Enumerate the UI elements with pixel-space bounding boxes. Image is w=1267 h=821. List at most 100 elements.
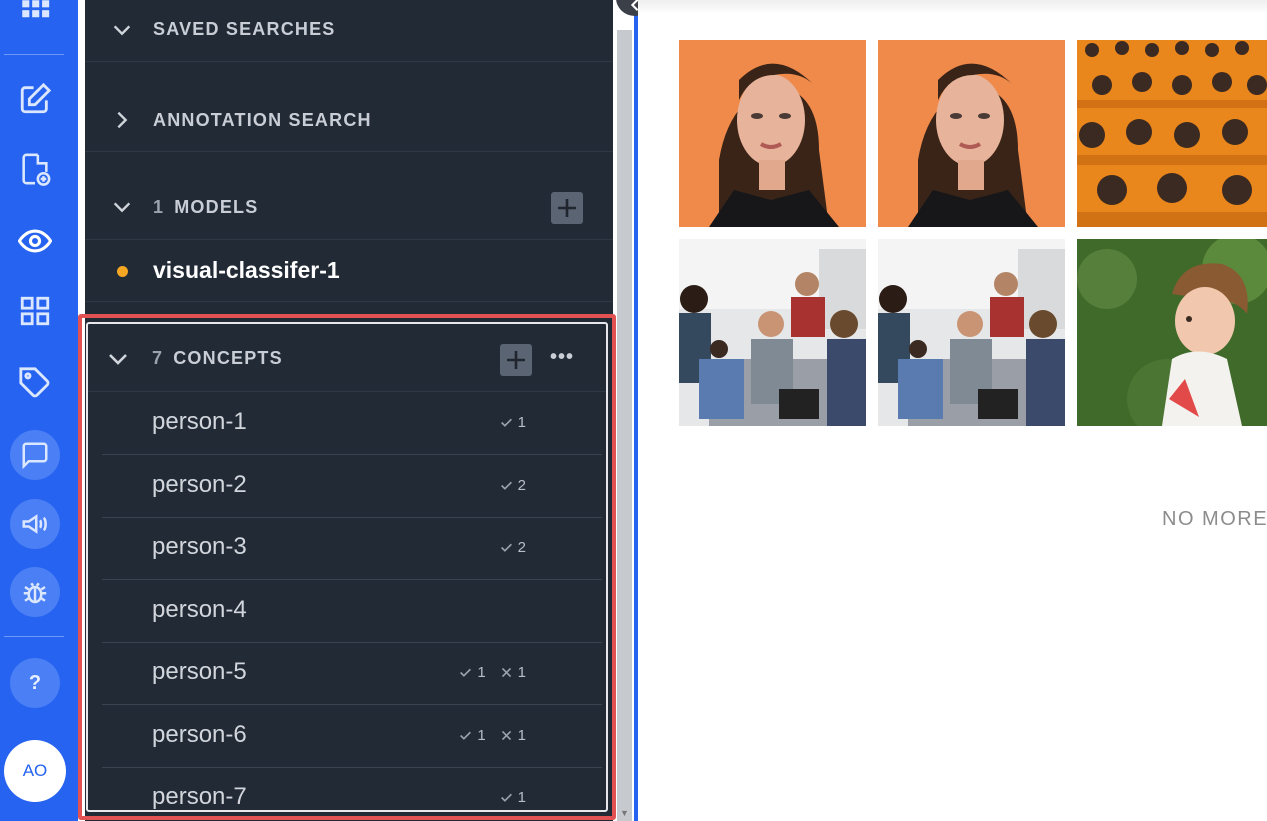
concepts-title: 7 CONCEPTS bbox=[152, 348, 283, 369]
concept-stats: 1 1 bbox=[459, 727, 526, 744]
results-area: NO MORE bbox=[638, 0, 1267, 821]
eye-icon[interactable] bbox=[12, 218, 58, 264]
x-icon bbox=[501, 667, 511, 678]
image-thumbnail[interactable] bbox=[1077, 40, 1267, 227]
new-file-icon[interactable] bbox=[12, 146, 58, 192]
models-title: 1 MODELS bbox=[153, 197, 258, 218]
image-thumbnail[interactable] bbox=[878, 239, 1065, 426]
positive-count: 1 bbox=[459, 727, 486, 744]
image-thumbnail[interactable] bbox=[679, 239, 866, 426]
sidebar-scrollbar[interactable] bbox=[617, 30, 632, 821]
image-thumbnail[interactable] bbox=[878, 40, 1065, 227]
model-item[interactable]: visual-classifer-1 bbox=[85, 240, 613, 302]
negative-count: 1 bbox=[500, 727, 526, 744]
woman-portrait-image bbox=[878, 40, 1065, 227]
models-header[interactable]: 1 MODELS bbox=[85, 152, 613, 240]
check-icon bbox=[500, 418, 512, 427]
scroll-down-arrow-icon[interactable]: ▼ bbox=[619, 808, 630, 818]
concepts-section: 7 CONCEPTS ••• person-1 1 person-2 2 pers… bbox=[78, 314, 616, 820]
positive-count: 1 bbox=[500, 789, 526, 806]
check-icon bbox=[500, 543, 512, 552]
check-icon bbox=[460, 668, 472, 677]
concept-item[interactable]: person-7 1 bbox=[102, 767, 602, 810]
office-meeting-image bbox=[878, 239, 1065, 426]
negative-count: 1 bbox=[500, 664, 526, 681]
chevron-down-icon bbox=[113, 25, 131, 36]
positive-value: 1 bbox=[517, 789, 526, 806]
add-model-button[interactable] bbox=[551, 192, 583, 224]
concept-name: person-6 bbox=[152, 721, 247, 748]
plus-icon bbox=[507, 351, 525, 369]
check-icon bbox=[460, 731, 472, 740]
add-concept-button[interactable] bbox=[500, 344, 532, 376]
negative-value: 1 bbox=[517, 664, 526, 681]
end-of-results-message: NO MORE bbox=[1162, 508, 1267, 530]
concept-name: person-5 bbox=[152, 658, 247, 685]
apps-grid-icon[interactable] bbox=[12, 0, 58, 36]
positive-value: 1 bbox=[517, 414, 526, 431]
positive-value: 2 bbox=[517, 539, 526, 556]
image-thumbnail[interactable] bbox=[679, 40, 866, 227]
annotation-search-header[interactable]: ANNOTATION SEARCH bbox=[85, 62, 613, 152]
x-icon bbox=[501, 730, 511, 741]
positive-count: 1 bbox=[459, 664, 486, 681]
concept-name: person-2 bbox=[152, 471, 247, 498]
plus-icon bbox=[558, 199, 576, 217]
chat-icon[interactable] bbox=[10, 430, 60, 480]
image-thumbnail[interactable] bbox=[1077, 239, 1267, 426]
negative-value: 1 bbox=[517, 727, 526, 744]
model-status-dot bbox=[117, 266, 128, 277]
bug-icon[interactable] bbox=[10, 567, 60, 617]
concept-item[interactable]: person-2 2 bbox=[102, 455, 602, 518]
dashboard-grid-icon[interactable] bbox=[12, 288, 58, 334]
more-options-icon[interactable]: ••• bbox=[550, 346, 574, 369]
positive-value: 2 bbox=[517, 477, 526, 494]
user-avatar[interactable]: AO bbox=[4, 740, 66, 802]
concept-name: person-4 bbox=[152, 596, 247, 623]
concepts-panel: 7 CONCEPTS ••• person-1 1 person-2 2 pers… bbox=[86, 322, 608, 812]
positive-value: 1 bbox=[477, 727, 486, 744]
help-button[interactable]: ? bbox=[10, 658, 60, 708]
rail-divider bbox=[4, 54, 64, 55]
concept-stats: 1 bbox=[500, 414, 526, 431]
rail-divider bbox=[4, 636, 64, 637]
concept-name: person-3 bbox=[152, 533, 247, 560]
help-icon: ? bbox=[28, 671, 42, 694]
tag-icon[interactable] bbox=[12, 360, 58, 406]
check-icon bbox=[500, 481, 512, 490]
concept-stats: 2 bbox=[500, 477, 526, 494]
woman-portrait-image bbox=[679, 40, 866, 227]
megaphone-icon[interactable] bbox=[10, 499, 60, 549]
positive-value: 1 bbox=[477, 664, 486, 681]
concepts-label: CONCEPTS bbox=[173, 348, 283, 368]
saved-searches-title: SAVED SEARCHES bbox=[153, 19, 336, 39]
concepts-header[interactable]: 7 CONCEPTS ••• bbox=[88, 324, 606, 392]
concepts-count: 7 bbox=[152, 348, 164, 368]
models-label: MODELS bbox=[174, 197, 259, 217]
model-name: visual-classifer-1 bbox=[153, 257, 340, 283]
chevron-down-icon bbox=[109, 354, 127, 365]
positive-count: 2 bbox=[500, 539, 526, 556]
toddler-image bbox=[1077, 239, 1267, 426]
concept-item[interactable]: person-4 bbox=[102, 580, 602, 643]
positive-count: 1 bbox=[500, 414, 526, 431]
icon-rail: ? AO bbox=[0, 0, 78, 821]
saved-searches-header[interactable]: SAVED SEARCHES bbox=[85, 0, 613, 62]
concept-name: person-1 bbox=[152, 408, 247, 435]
models-count: 1 bbox=[153, 197, 165, 217]
monks-crowd-image bbox=[1077, 40, 1267, 227]
concept-name: person-7 bbox=[152, 783, 247, 810]
positive-count: 2 bbox=[500, 477, 526, 494]
concept-item[interactable]: person-1 1 bbox=[102, 392, 602, 455]
concept-item[interactable]: person-5 1 1 bbox=[102, 642, 602, 705]
office-meeting-image bbox=[679, 239, 866, 426]
edit-icon[interactable] bbox=[12, 76, 58, 122]
check-icon bbox=[500, 793, 512, 802]
top-shadow bbox=[638, 0, 1267, 14]
concept-item[interactable]: person-3 2 bbox=[102, 517, 602, 580]
concept-item[interactable]: person-6 1 1 bbox=[102, 705, 602, 768]
chevron-right-icon bbox=[117, 111, 128, 129]
annotation-search-title: ANNOTATION SEARCH bbox=[153, 110, 372, 130]
concept-stats: 1 bbox=[500, 789, 526, 806]
concept-stats: 1 1 bbox=[459, 664, 526, 681]
